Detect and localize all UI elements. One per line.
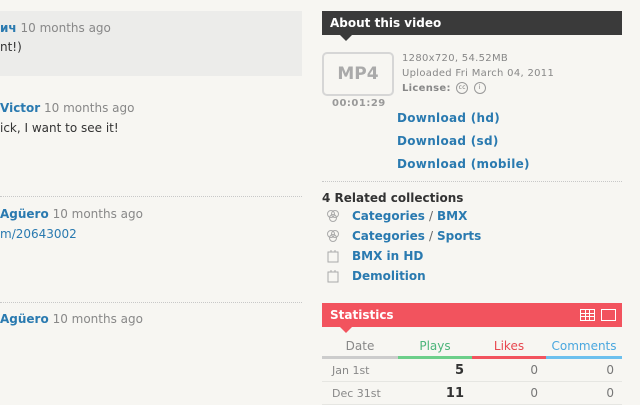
bmx-category-link[interactable]: BMX	[437, 209, 467, 223]
comment-link[interactable]: m/20643002	[0, 227, 77, 241]
comment-author-link[interactable]: Agüero	[0, 312, 49, 326]
download-hd-link[interactable]: Download (hd)	[397, 107, 530, 130]
cell-likes: 0	[472, 357, 546, 382]
download-links: Download (hd) Download (sd) Download (mo…	[397, 107, 530, 176]
video-info: 1280x720, 54.52MB Uploaded Fri March 04,…	[402, 51, 554, 96]
download-mobile-link[interactable]: Download (mobile)	[397, 153, 530, 176]
format-badge: MP4	[322, 52, 394, 96]
section-divider	[322, 181, 622, 182]
related-collections-title: 4 Related collections	[322, 191, 464, 205]
col-likes: Likes	[472, 336, 546, 359]
channel-icon	[327, 250, 339, 263]
table-row: Jan 1st 5 0 0	[322, 357, 622, 382]
cell-comments: 0	[546, 381, 622, 405]
related-item: Demolition	[322, 266, 622, 286]
comment-meta: Agüero 10 months ago	[0, 312, 143, 326]
comment-author-link[interactable]: ич	[0, 21, 17, 35]
related-collections-list: Categories / BMX Categories / Sports BMX in …	[322, 206, 622, 286]
comment-time: 10 months ago	[20, 21, 111, 35]
comment-meta: Agüero 10 months ago	[0, 207, 143, 221]
related-item: Categories / Sports	[322, 226, 622, 246]
download-sd-link[interactable]: Download (sd)	[397, 130, 530, 153]
comment-divider	[0, 302, 302, 303]
video-license: License: cc i	[402, 81, 554, 96]
related-item: Categories / BMX	[322, 206, 622, 226]
cell-date: Jan 1st	[322, 357, 398, 382]
col-comments: Comments	[546, 336, 622, 359]
statistics-table: Date Plays Likes Comments Jan 1st 5 0 0 …	[322, 336, 622, 405]
cell-plays: 11	[398, 381, 472, 405]
comments-column: ич 10 months ago nt!) Victor 10 months a…	[0, 0, 302, 400]
sports-category-link[interactable]: Sports	[437, 229, 481, 243]
comment-time: 10 months ago	[52, 207, 143, 221]
video-upload-date: Uploaded Fri March 04, 2011	[402, 68, 555, 79]
chart-view-icon[interactable]	[601, 309, 616, 321]
comment-time: 10 months ago	[52, 312, 143, 326]
statistics-title: Statistics	[330, 308, 394, 322]
cc-icon[interactable]: cc	[456, 82, 469, 94]
comment-author-link[interactable]: Agüero	[0, 207, 49, 221]
cell-comments: 0	[546, 357, 622, 382]
table-row: Dec 31st 11 0 0	[322, 381, 622, 405]
header-notch	[340, 35, 352, 41]
comment-time: 10 months ago	[44, 101, 135, 115]
statistics-header: Statistics	[322, 303, 622, 333]
col-plays: Plays	[398, 336, 472, 359]
comment-divider	[0, 196, 302, 197]
comment-text: m/20643002	[0, 227, 77, 241]
attribution-icon[interactable]: i	[473, 82, 486, 94]
license-label: License:	[402, 83, 451, 94]
channel-icon	[327, 270, 339, 283]
bmx-in-hd-channel-link[interactable]: BMX in HD	[352, 249, 423, 263]
comment-meta: Victor 10 months ago	[0, 101, 134, 115]
comment-meta: ич 10 months ago	[0, 21, 111, 35]
about-video-header: About this video	[322, 11, 622, 41]
cell-date: Dec 31st	[322, 381, 398, 405]
comment-text: ick, I want to see it!	[0, 121, 119, 135]
header-notch	[340, 327, 352, 333]
related-item: BMX in HD	[322, 246, 622, 266]
categories-link[interactable]: Categories	[352, 229, 425, 243]
comment-author-link[interactable]: Victor	[0, 101, 40, 115]
comment-text: nt!)	[0, 40, 22, 54]
video-duration: 00:01:29	[332, 98, 386, 109]
col-date: Date	[322, 336, 398, 359]
categories-link[interactable]: Categories	[352, 209, 425, 223]
video-resolution-size: 1280x720, 54.52MB	[402, 53, 509, 64]
cell-plays: 5	[398, 357, 472, 382]
group-icon	[327, 210, 339, 222]
comment-item: ич 10 months ago nt!)	[0, 11, 302, 76]
about-video-title: About this video	[330, 16, 442, 30]
table-view-icon[interactable]	[580, 309, 595, 321]
group-icon	[327, 230, 339, 242]
demolition-channel-link[interactable]: Demolition	[352, 269, 426, 283]
cell-likes: 0	[472, 381, 546, 405]
